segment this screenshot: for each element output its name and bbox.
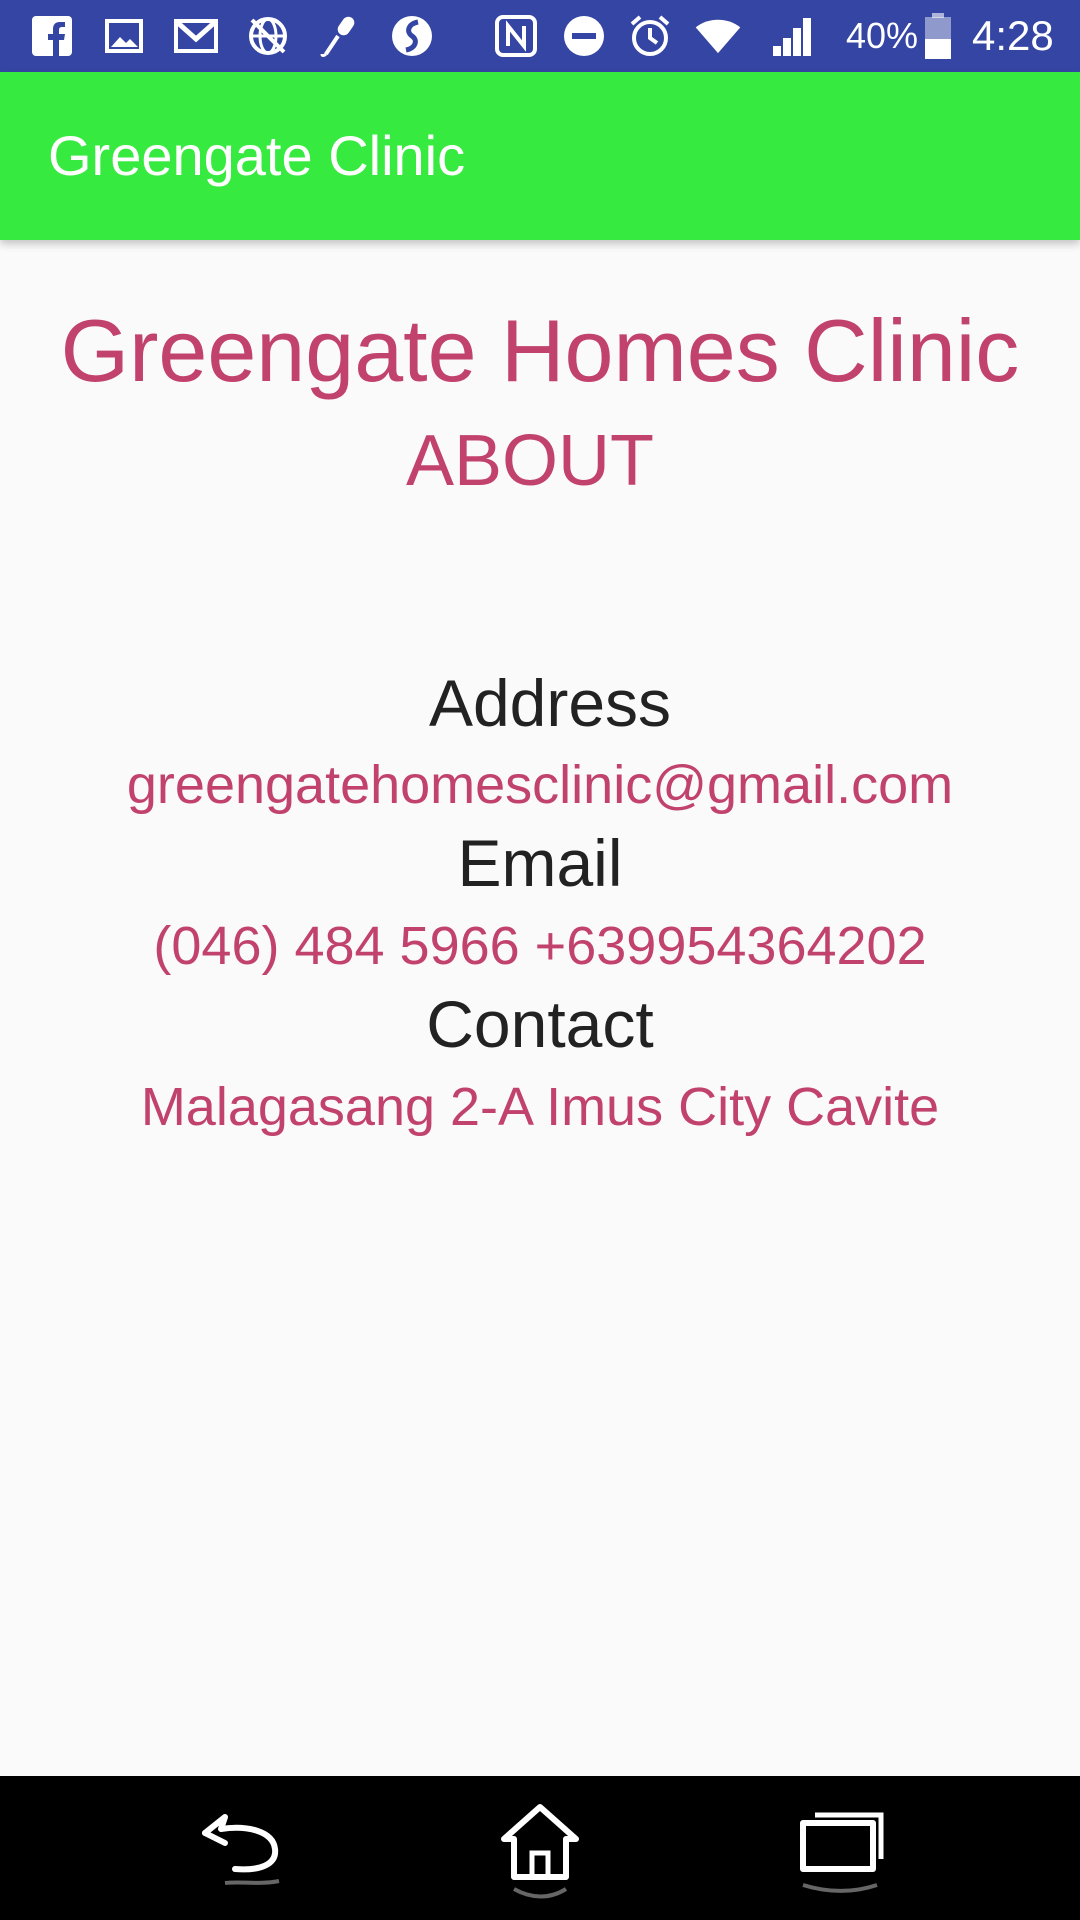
address-value: greengatehomesclinic@gmail.com — [126, 755, 954, 815]
app-bar: Greengate Clinic — [0, 72, 1080, 240]
gallery-icon — [100, 12, 148, 60]
email-label: Email — [457, 826, 623, 900]
no-network-icon — [244, 12, 292, 60]
signal-icon — [768, 12, 816, 60]
home-button[interactable] — [485, 1796, 595, 1906]
back-button[interactable] — [188, 1796, 298, 1906]
battery-icon — [914, 12, 962, 60]
battery-percent: 40% — [846, 15, 919, 56]
home-icon — [501, 1804, 579, 1899]
clinic-name-heading: Greengate Homes Clinic — [60, 301, 1020, 400]
nfc-icon — [492, 12, 540, 60]
recents-icon — [800, 1812, 884, 1893]
microphone-icon — [316, 12, 364, 60]
back-icon — [202, 1814, 280, 1885]
app-bar-title: Greengate Clinic — [48, 124, 466, 187]
contact-label: Contact — [426, 987, 654, 1061]
sync-app-icon — [388, 12, 436, 60]
alarm-icon — [626, 12, 674, 60]
wifi-icon — [694, 12, 742, 60]
do-not-disturb-icon — [560, 12, 608, 60]
navigation-bar — [0, 1776, 1080, 1920]
recents-button[interactable] — [784, 1796, 894, 1906]
email-value: (046) 484 5966 +639954364202 — [153, 916, 927, 976]
status-bar: 40% 4:28 — [0, 0, 1080, 72]
about-content: Greengate Homes Clinic ABOUT Address gre… — [0, 240, 1080, 1776]
about-heading: ABOUT — [405, 421, 655, 501]
gmail-icon — [172, 12, 220, 60]
contact-value: Malagasang 2-A Imus City Cavite — [140, 1077, 940, 1137]
facebook-icon — [28, 12, 76, 60]
clock-time: 4:28 — [972, 12, 1054, 59]
address-label: Address — [428, 666, 672, 740]
